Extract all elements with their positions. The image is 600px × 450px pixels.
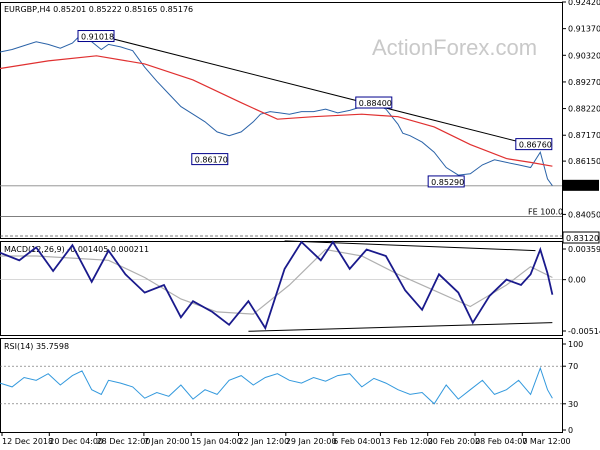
time-tick-label: 28 Dec 12:00: [97, 437, 151, 446]
price-tick-label: 0.88220: [568, 105, 600, 114]
macd-upper-trendline: [284, 240, 536, 252]
fe-100-label: FE 100.0: [528, 207, 563, 216]
rsi-title: RSI(14) 35.7598: [4, 342, 69, 351]
price-tick-label: 0.86150: [568, 157, 600, 166]
price-tick-label: 0.92420: [568, 0, 600, 7]
time-tick-label: 20 Feb 20:00: [428, 437, 480, 446]
time-tick-label: 22 Jan 12:00: [239, 437, 290, 446]
price-tick-label: 0.83120: [566, 234, 599, 243]
time-tick-label: 28 Feb 04:00: [475, 437, 527, 446]
time-tick-label: 7 Mar 12:00: [522, 437, 570, 446]
rsi-tick-label: 30: [568, 400, 578, 409]
macd-line: [0, 240, 554, 331]
time-tick-label: 6 Feb 04:00: [333, 437, 380, 446]
rsi-tick-label: 100: [568, 340, 583, 349]
macd-lower-trendline: [248, 322, 553, 332]
price-annotation-label: 0.86760: [519, 141, 552, 150]
macd-tick-label: 0.00: [568, 276, 586, 285]
macd-tick-label: -0.005146: [568, 327, 600, 336]
watermark: ActionForex.com: [372, 35, 537, 60]
time-tick-label: 20 Dec 04:00: [49, 437, 103, 446]
ema-series-line: [0, 55, 553, 167]
price-tick-label: 0.89270: [568, 78, 600, 87]
macd-signal-line: [0, 248, 553, 315]
price-tick-label: 0.85176: [566, 182, 599, 191]
rsi-tick-label: 70: [568, 362, 578, 371]
price-annotation-label: 0.86170: [195, 156, 228, 165]
time-tick-label: 7 Jan 20:00: [144, 437, 190, 446]
chart-svg: ActionForex.com EURGBP,H4 0.85201 0.85222…: [0, 0, 600, 446]
price-annotation-label: 0.91018: [81, 33, 114, 42]
price-tick-label: 0.84050: [568, 210, 600, 219]
macd-tick-label: 0.003592: [568, 245, 600, 254]
symbol-title: EURGBP,H4 0.85201 0.85222 0.85165 0.8517…: [4, 5, 193, 14]
price-annotation-label: 0.88400: [359, 99, 392, 108]
rsi-line: [0, 366, 553, 405]
time-tick-label: 12 Dec 2018: [2, 437, 53, 446]
panel-frame-macd: [0, 241, 563, 336]
price-tick-label: 0.91370: [568, 25, 600, 34]
price-tick-label: 0.90320: [568, 51, 600, 60]
rsi-tick-label: 0: [568, 426, 573, 435]
price-tick-label: 0.87170: [568, 131, 600, 140]
panel-frame-rsi: [0, 338, 563, 433]
time-tick-label: 13 Feb 12:00: [380, 437, 432, 446]
time-tick-label: 29 Jan 20:00: [286, 437, 337, 446]
price-annotation-label: 0.85290: [431, 178, 464, 187]
time-tick-label: 15 Jan 04:00: [191, 437, 242, 446]
